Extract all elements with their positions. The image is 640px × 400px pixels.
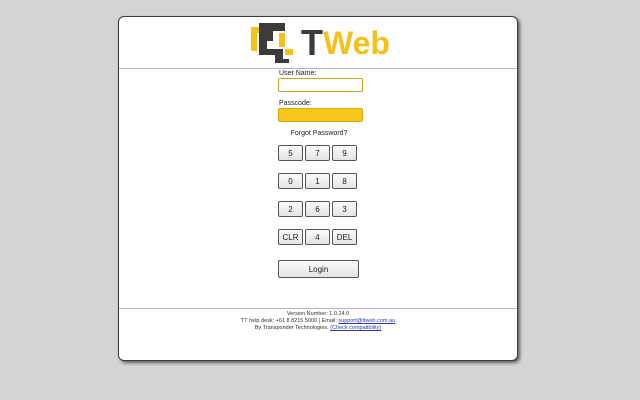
keypad-clear-button[interactable]: CLR: [278, 229, 303, 245]
logo-web-text: Web: [323, 25, 390, 61]
keypad-delete-button[interactable]: DEL: [332, 229, 357, 245]
keypad-key[interactable]: 7: [305, 145, 330, 161]
check-compatibility-link[interactable]: (Check compatibility): [330, 325, 381, 331]
keypad-key[interactable]: 1: [305, 173, 330, 189]
passcode-label: Passcode:: [279, 100, 312, 107]
login-card: T Web User Name: Passcode: Forgot Passwo…: [118, 16, 518, 361]
username-input[interactable]: [278, 78, 363, 92]
footer-divider: [119, 308, 517, 309]
keypad-key[interactable]: 6: [305, 201, 330, 217]
username-label: User Name:: [279, 70, 317, 77]
logo-t-text: T: [301, 22, 323, 63]
ttweb-logo: T Web: [249, 21, 390, 65]
footer: Version Number: 1.0.24.0 TT help desk: +…: [119, 311, 517, 332]
keypad-key[interactable]: 2: [278, 201, 303, 217]
helpdesk-text: TT help desk: +61 8 8215 5000 | Email:: [240, 318, 339, 324]
keypad-key[interactable]: 3: [332, 201, 357, 217]
helpdesk-line: TT help desk: +61 8 8215 5000 | Email: s…: [119, 318, 517, 325]
company-text: By Transponder Technologies.: [254, 325, 331, 331]
version-number: Version Number: 1.0.24.0: [286, 311, 350, 317]
forgot-password-link[interactable]: Forgot Password?: [269, 130, 369, 137]
keypad-key[interactable]: 4: [305, 229, 330, 245]
keypad-key[interactable]: 0: [278, 173, 303, 189]
login-button[interactable]: Login: [278, 260, 359, 278]
support-email-link[interactable]: support@ttweb.com.au: [338, 318, 395, 324]
header-divider: [119, 68, 517, 69]
keypad-key[interactable]: 8: [332, 173, 357, 189]
keypad-key[interactable]: 5: [278, 145, 303, 161]
keypad-key[interactable]: 9: [332, 145, 357, 161]
passcode-input[interactable]: [278, 108, 363, 122]
company-line: By Transponder Technologies. (Check comp…: [119, 325, 517, 332]
tt-logo-icon: [251, 23, 293, 63]
